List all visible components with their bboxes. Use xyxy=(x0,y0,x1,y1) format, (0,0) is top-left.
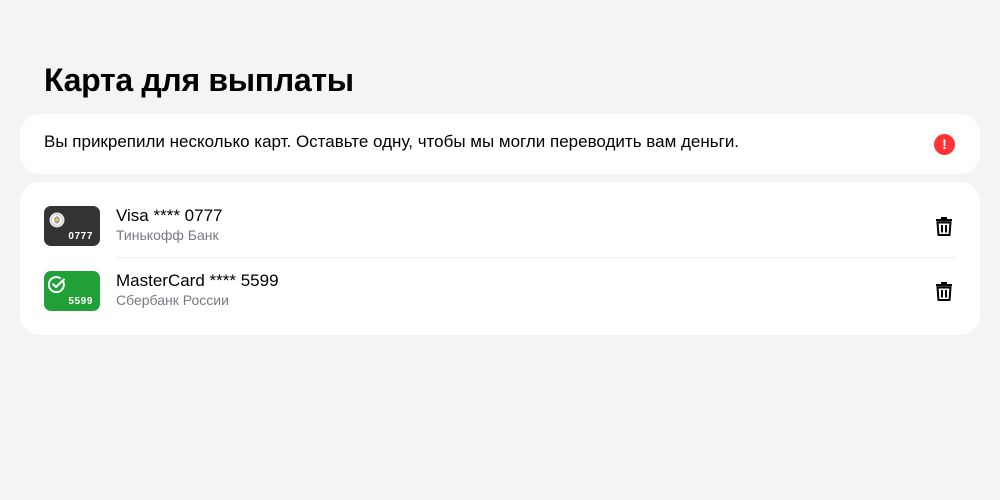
card-name: MasterCard **** 5599 xyxy=(116,270,279,290)
card-thumbnail: 0777 xyxy=(44,205,100,246)
card-name: Visa **** 0777 xyxy=(116,205,223,225)
card-thumb-digits: 0777 xyxy=(68,230,93,242)
card-item-visa[interactable]: 0777 Visa **** 0777 Тинькофф Банк xyxy=(44,193,956,258)
payout-card-page: Карта для выплаты Вы прикрепили нескольк… xyxy=(0,0,1000,500)
alert-icon: ! xyxy=(934,133,955,155)
card-thumbnail: 5599 xyxy=(44,270,100,311)
card-item-mastercard[interactable]: 5599 MasterCard **** 5599 Сбербанк Росси… xyxy=(44,258,956,323)
sber-check-icon xyxy=(48,275,65,293)
page-title: Карта для выплаты xyxy=(44,62,354,98)
card-list: 0777 Visa **** 0777 Тинькофф Банк 5599 M… xyxy=(20,182,980,335)
notice-text: Вы прикрепили несколько карт. Оставьте о… xyxy=(44,132,740,151)
tinkoff-emblem-icon xyxy=(49,212,65,227)
multiple-cards-notice: Вы прикрепили несколько карт. Оставьте о… xyxy=(20,114,980,174)
card-bank: Тинькофф Банк xyxy=(116,226,219,243)
card-thumb-digits: 5599 xyxy=(68,295,93,307)
card-bank: Сбербанк России xyxy=(116,291,229,308)
trash-icon[interactable] xyxy=(932,279,956,303)
trash-icon[interactable] xyxy=(932,214,956,238)
